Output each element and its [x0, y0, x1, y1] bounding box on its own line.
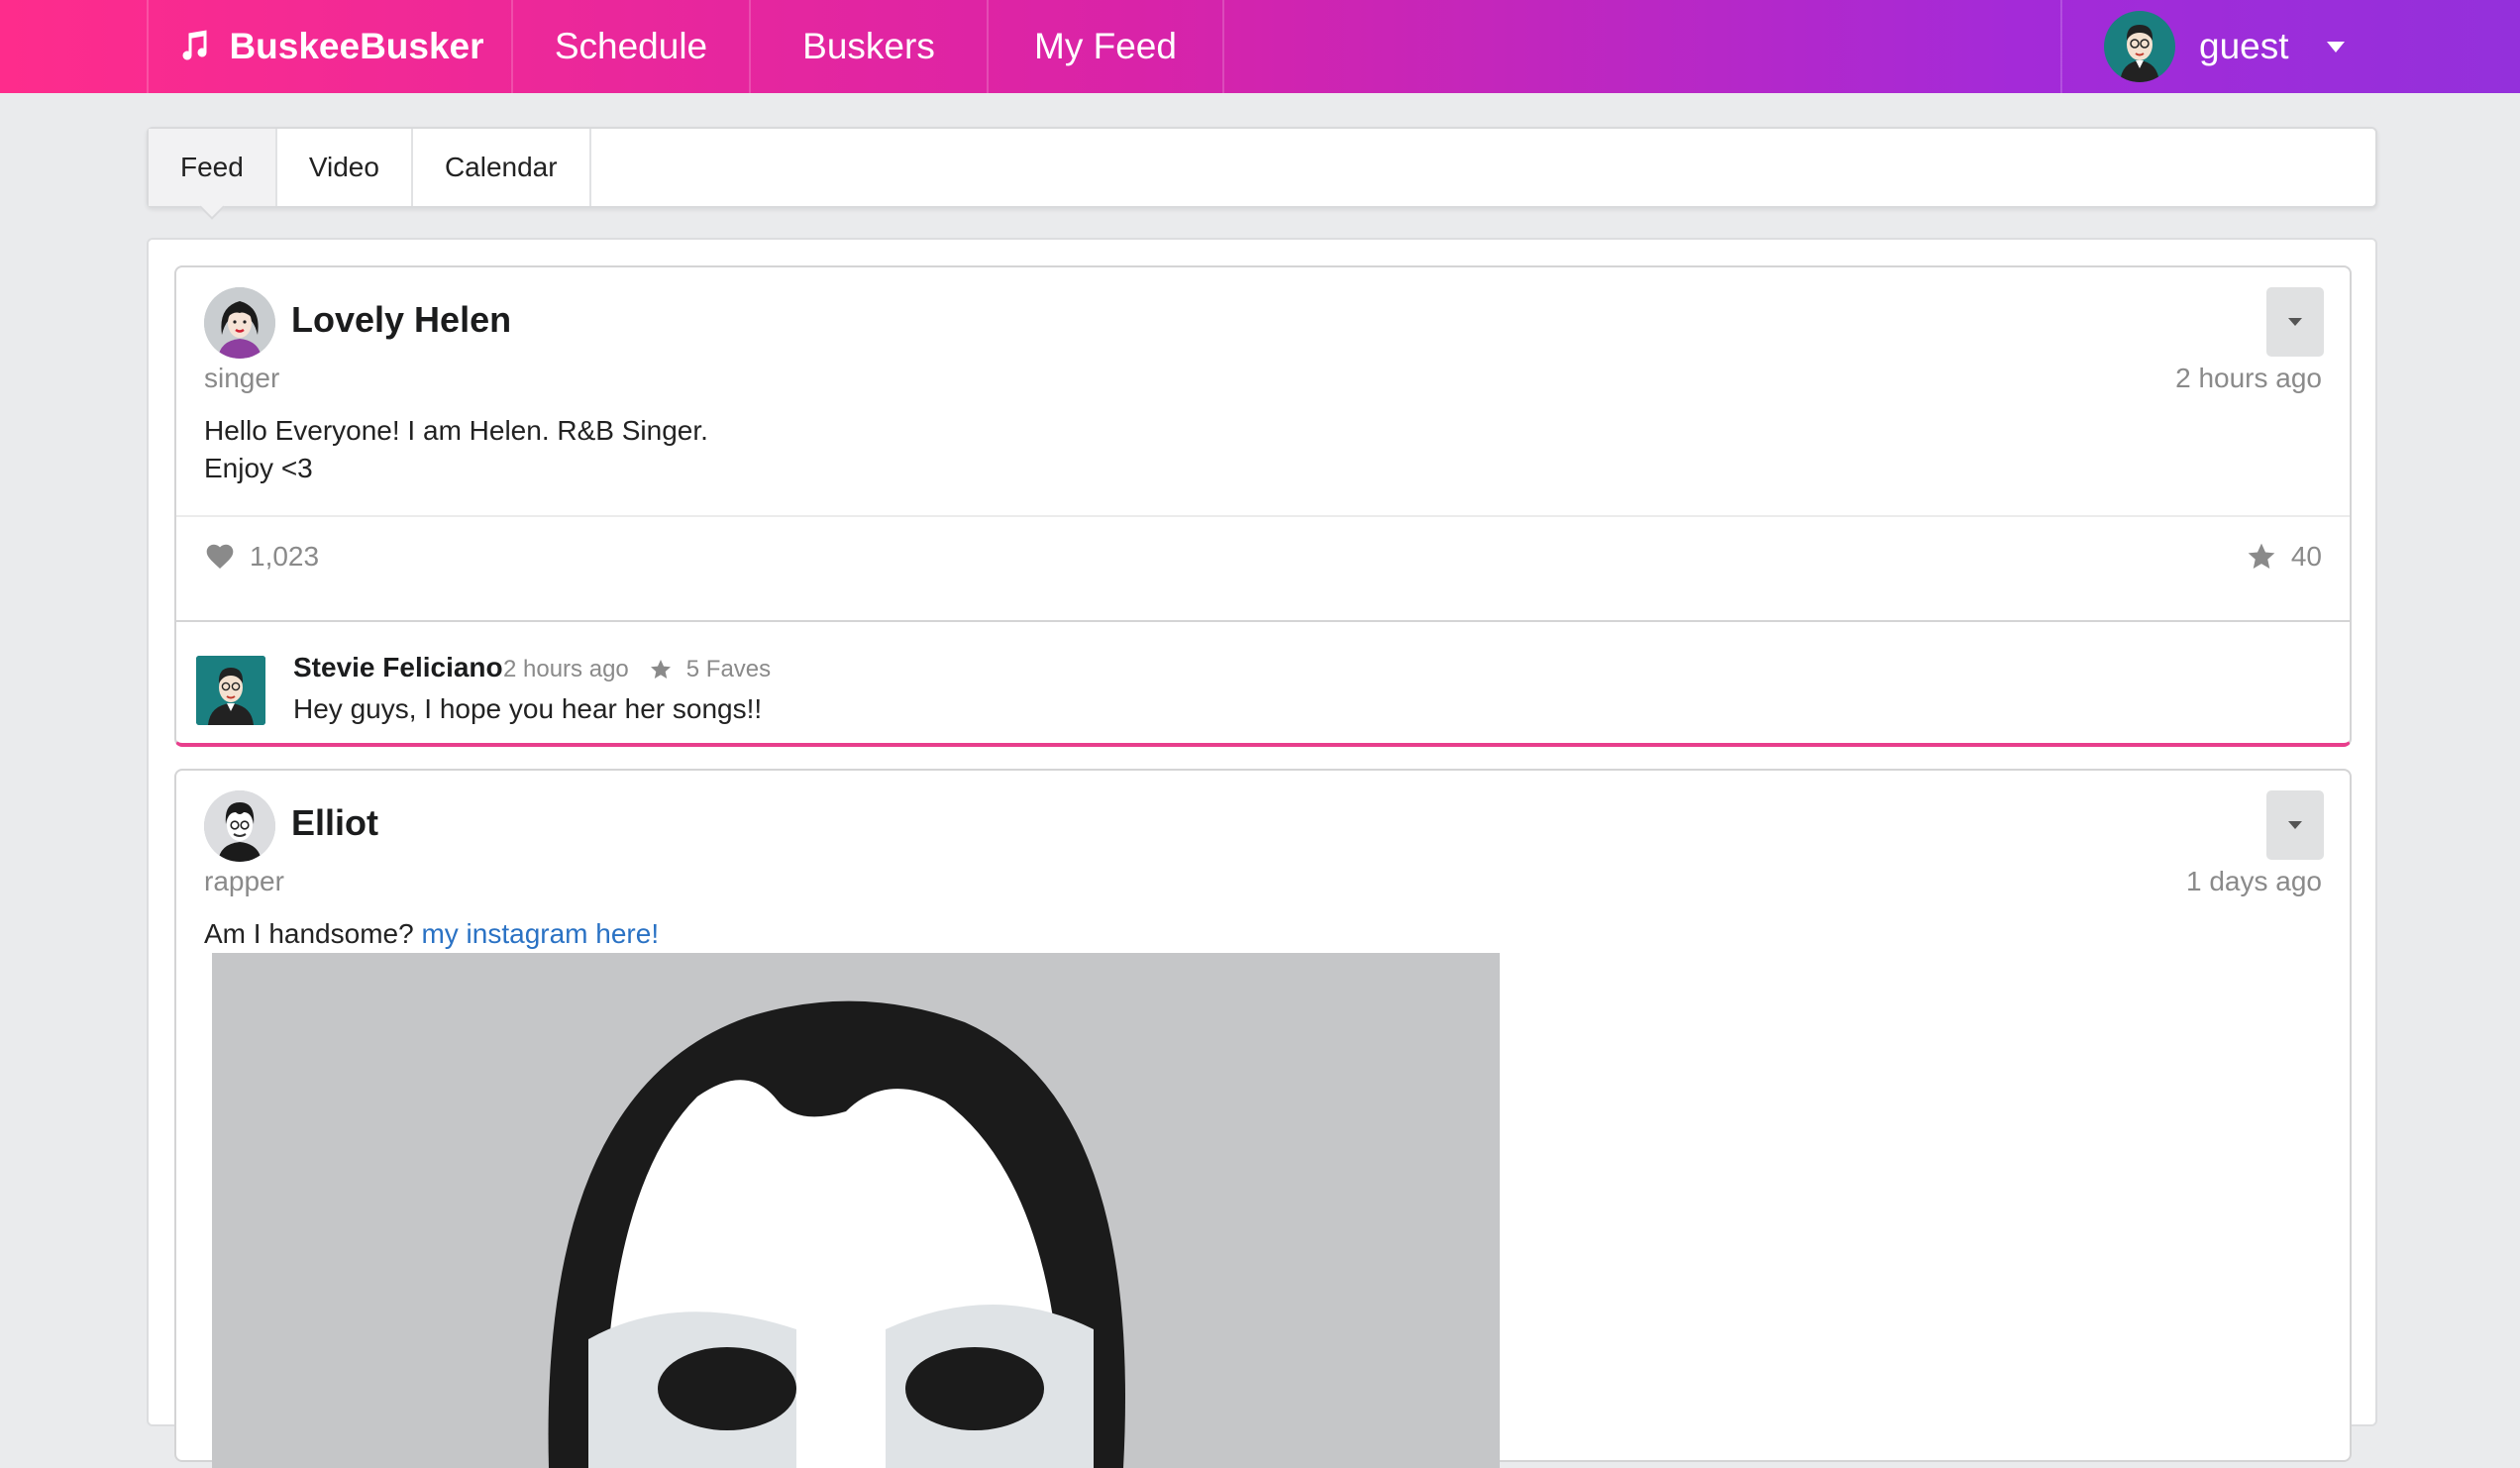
post-body: Hello Everyone! I am Helen. R&B Singer. …	[204, 412, 708, 487]
star-icon[interactable]	[649, 658, 673, 682]
like-count: 1,023	[250, 541, 320, 572]
post-menu-button[interactable]	[2266, 287, 2324, 357]
comment-author[interactable]: Stevie Feliciano	[293, 652, 503, 683]
fave-button[interactable]: 40	[2246, 541, 2322, 573]
post-card: Elliot rapper 1 days ago Am I handsome? …	[174, 769, 2352, 1468]
divider	[176, 515, 2350, 517]
post-author-role: rapper	[204, 866, 284, 896]
feed-tab-menu: Feed Video Calendar	[147, 127, 2377, 208]
user-menu[interactable]: guest	[2060, 0, 2520, 93]
music-note-icon	[182, 30, 207, 60]
user-avatar	[2104, 11, 2175, 82]
post-author-name[interactable]: Lovely Helen	[291, 299, 511, 341]
heart-icon	[206, 544, 234, 569]
post-body-line: Enjoy <3	[204, 453, 313, 483]
post-author-name[interactable]: Elliot	[291, 802, 378, 844]
tab-calendar[interactable]: Calendar	[413, 129, 591, 206]
user-name: guest	[2199, 26, 2289, 66]
caret-down-icon	[2288, 821, 2302, 829]
post-author-role: singer	[204, 363, 280, 393]
comment: Stevie Feliciano 2 hours ago 5 Faves Hey…	[176, 620, 2350, 745]
post-body-text: Am I handsome?	[204, 918, 414, 949]
caret-down-icon	[2288, 318, 2302, 326]
like-button[interactable]: 1,023	[204, 541, 319, 573]
tab-video[interactable]: Video	[277, 129, 413, 206]
post-card: Lovely Helen singer 2 hours ago Hello Ev…	[174, 265, 2352, 747]
caret-down-icon	[2326, 41, 2345, 52]
top-navbar: BuskeeBusker Schedule Buskers My Feed gu…	[0, 0, 2520, 93]
feed-panel: Lovely Helen singer 2 hours ago Hello Ev…	[147, 238, 2377, 1468]
brand-link[interactable]: BuskeeBusker	[147, 0, 511, 93]
post-body: Am I handsome? my instagram here!	[204, 915, 659, 953]
brand-name: BuskeeBusker	[229, 26, 484, 66]
post-body-line: Hello Everyone! I am Helen. R&B Singer.	[204, 415, 708, 446]
comment-faves: 5 Faves	[685, 656, 772, 682]
nav-buskers[interactable]: Buskers	[749, 0, 987, 93]
star-icon	[2248, 543, 2275, 569]
nav-my-feed[interactable]: My Feed	[987, 0, 1224, 93]
commenter-avatar[interactable]	[196, 656, 265, 725]
post-timestamp: 1 days ago	[2186, 866, 2322, 896]
author-avatar[interactable]	[204, 790, 275, 862]
post-image[interactable]	[212, 953, 1500, 1468]
comment-meta: 2 hours ago 5 Faves	[503, 656, 771, 683]
nav-schedule[interactable]: Schedule	[511, 0, 749, 93]
post-timestamp: 2 hours ago	[2175, 363, 2322, 393]
post-menu-button[interactable]	[2266, 790, 2324, 860]
comment-timestamp: 2 hours ago	[503, 656, 629, 682]
comment-text: Hey guys, I hope you hear her songs!!	[293, 693, 763, 724]
tab-feed[interactable]: Feed	[149, 129, 277, 206]
author-avatar[interactable]	[204, 287, 275, 359]
fave-count: 40	[2290, 541, 2322, 572]
instagram-link[interactable]: my instagram here!	[421, 918, 659, 949]
